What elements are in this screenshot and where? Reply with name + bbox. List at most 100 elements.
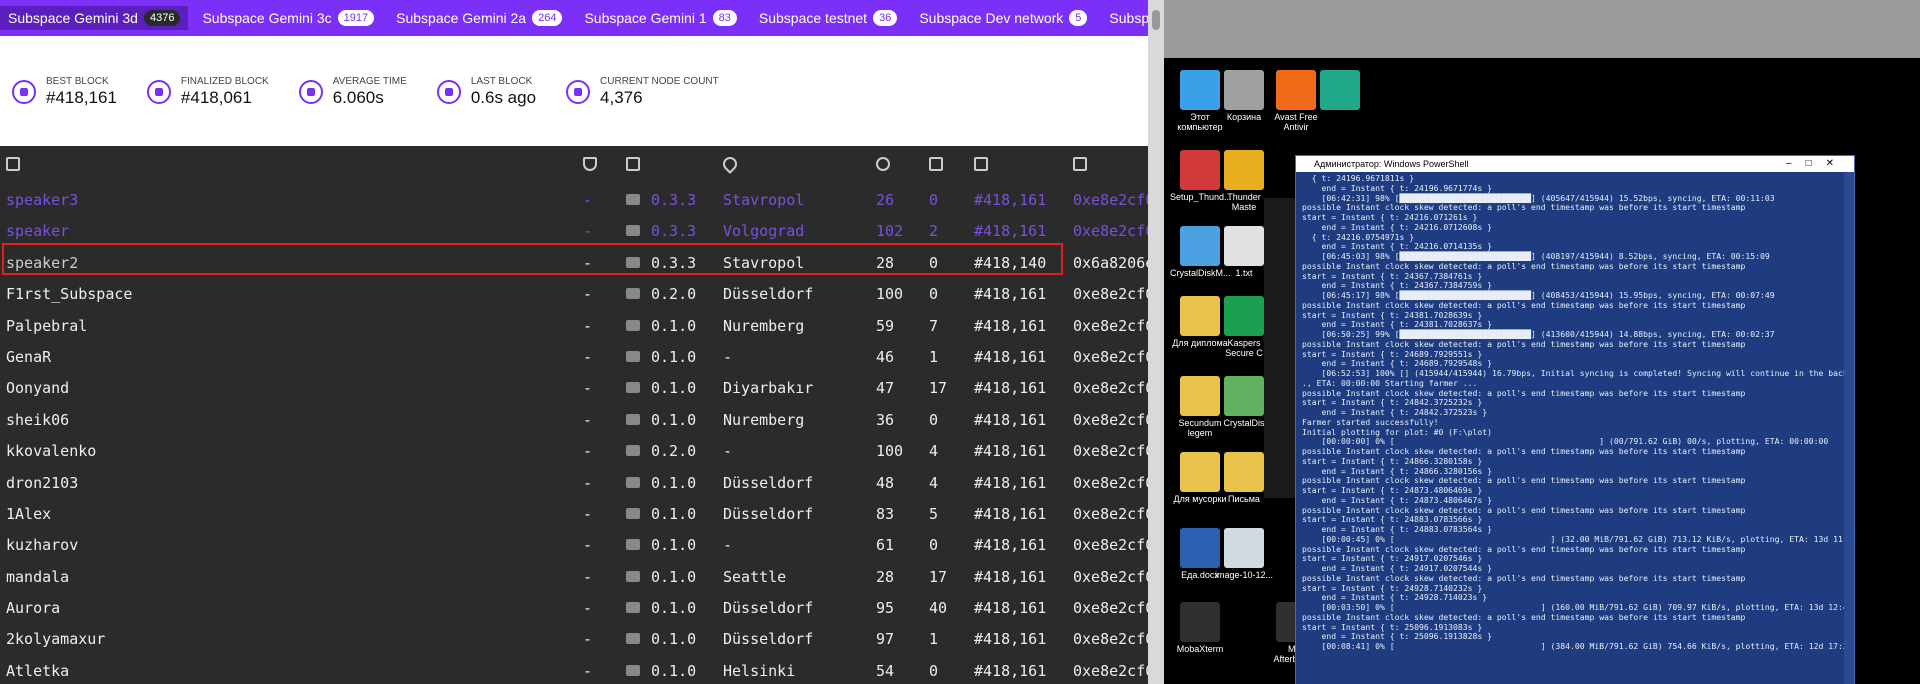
block-number: #418,161	[974, 285, 1047, 304]
block-hash: 0xe8e2cf0	[1073, 661, 1148, 680]
table-row[interactable]: F1rst_Subspace - 0.2.0 Düsseldorf 100 0 #418,1…	[0, 278, 1148, 309]
timer-icon	[436, 80, 461, 104]
stat-4: Current Node Count 4,376	[566, 76, 719, 108]
block-hash: 0xe8e2cf0	[1073, 599, 1148, 618]
tx-count: 40	[929, 599, 948, 618]
block-number: #418,161	[974, 599, 1047, 618]
node-rows: speaker3 - 0.3.3 Stavropol 26 0 #418,161 0xe8e2…	[0, 184, 1148, 684]
node-version: 0.1.0	[651, 599, 697, 618]
shield-icon[interactable]	[583, 157, 597, 171]
table-row[interactable]: 2kolyamaxur - 0.1.0 Düsseldorf 97 1 #418,161 0x…	[0, 623, 1148, 654]
node-location: Volgograd	[723, 222, 805, 241]
table-row[interactable]: Oonyand - 0.1.0 Diyarbakır 47 17 #418,161 0xe8e…	[0, 372, 1148, 403]
block-number: #418,161	[974, 347, 1047, 366]
table-row[interactable]: dron2103 - 0.1.0 Düsseldorf 48 4 #418,161 0xe8e…	[0, 467, 1148, 498]
list-icon[interactable]	[6, 157, 20, 171]
scrollbar[interactable]	[1148, 0, 1164, 684]
table-row[interactable]: speaker2 - 0.3.3 Stavropol 28 0 #418,140 0x6a82…	[0, 247, 1148, 278]
node-version: 0.1.0	[651, 536, 697, 555]
node-name: speaker	[6, 222, 70, 241]
tab-2[interactable]: Subspace Gemini 2a 264	[396, 10, 563, 26]
stat-value: 6.060s	[332, 88, 384, 107]
peer-count: 26	[876, 191, 895, 209]
tab-0[interactable]: Subspace Gemini 3d 4376	[0, 6, 189, 30]
desktop-icon[interactable]: Корзина	[1214, 70, 1274, 122]
tab-6[interactable]: Subsp	[1109, 10, 1148, 26]
desktop-icon[interactable]	[1310, 70, 1370, 112]
peer-count: 47	[876, 379, 895, 398]
desktop-icon-label: MobaXterm	[1176, 644, 1224, 654]
inbox-icon[interactable]	[929, 157, 943, 171]
node-location: Nuremberg	[723, 316, 805, 335]
scrollbar-thumb[interactable]	[1152, 10, 1160, 30]
powershell-window[interactable]: Администратор: Windows PowerShell –□✕ { …	[1295, 155, 1855, 684]
stat-value: #418,061	[180, 88, 252, 107]
table-row[interactable]: kkovalenko - 0.2.0 - 100 4 #418,161 0xe8e2cf0	[0, 435, 1148, 466]
block-hash: 0xe8e2cf0	[1073, 379, 1148, 398]
node-location: Seattle	[723, 567, 787, 586]
table-row[interactable]: speaker3 - 0.3.3 Stavropol 26 0 #418,161 0xe8e2…	[0, 184, 1148, 215]
tx-count: 2	[929, 222, 939, 241]
tab-4[interactable]: Subspace testnet 36	[759, 10, 898, 26]
node-version: 0.1.0	[651, 661, 697, 680]
node-location: Düsseldorf	[723, 599, 814, 618]
table-row[interactable]: kuzharov - 0.1.0 - 61 0 #418,161 0xe8e2cf0	[0, 529, 1148, 560]
os-icon	[626, 664, 640, 676]
window-controls[interactable]: –□✕	[1786, 156, 1848, 172]
node-name: F1rst_Subspace	[6, 285, 133, 304]
desktop-icon[interactable]: MobaXterm	[1170, 602, 1230, 654]
table-row[interactable]: mandala - 0.1.0 Seattle 28 17 #418,161 0xe8e2cf…	[0, 561, 1148, 592]
nodes-icon	[566, 80, 591, 104]
peer-count: 100	[876, 285, 904, 304]
tab-3[interactable]: Subspace Gemini 1 83	[584, 10, 737, 26]
signal-icon[interactable]	[876, 157, 890, 171]
table-row[interactable]: speaker - 0.3.3 Volgograd 102 2 #418,161 0xe8e2…	[0, 215, 1148, 246]
table-row[interactable]: Atletka - 0.1.0 Helsinki 54 0 #418,161 0xe8e2cf…	[0, 655, 1148, 684]
desktop-icon[interactable]: image-10-12...	[1214, 528, 1274, 580]
terminal-icon[interactable]	[626, 157, 640, 171]
powershell-output: { t: 24196.9671811s } end = Instant { t:…	[1296, 172, 1854, 684]
os-icon	[626, 507, 640, 519]
tx-count: 4	[929, 442, 939, 461]
table-row[interactable]: GenaR - 0.1.0 - 46 1 #418,161 0xe8e2cf0	[0, 341, 1148, 372]
stat-value: 0.6s ago	[470, 88, 537, 107]
os-icon	[626, 225, 640, 237]
validator-flag: -	[583, 285, 593, 304]
block-hash: 0xe8e2cf0	[1073, 504, 1148, 523]
powershell-scrollbar[interactable]	[1844, 172, 1854, 684]
peer-count: 61	[876, 536, 895, 555]
node-location: Helsinki	[723, 661, 796, 680]
node-version: 0.1.0	[651, 347, 697, 366]
cube-check-icon	[146, 80, 171, 104]
table-row[interactable]: Aurora - 0.1.0 Düsseldorf 95 40 #418,161 0xe8e2…	[0, 592, 1148, 623]
tab-5[interactable]: Subspace Dev network 5	[919, 10, 1088, 26]
block-hash: 0xe8e2cf0	[1073, 567, 1148, 586]
os-icon	[626, 633, 640, 645]
node-list-header	[0, 146, 1148, 184]
table-row[interactable]: Palpebral - 0.1.0 Nuremberg 59 7 #418,161 0xe8e…	[0, 310, 1148, 341]
block-hash: 0xe8e2cf0	[1073, 410, 1148, 429]
tx-count: 5	[929, 504, 939, 523]
document-icon[interactable]	[1073, 157, 1087, 171]
tx-count: 0	[929, 410, 939, 429]
peer-count: 54	[876, 661, 895, 680]
powershell-titlebar[interactable]: Администратор: Windows PowerShell –□✕	[1296, 156, 1854, 172]
stat-label: Current Node Count	[600, 76, 719, 87]
node-version: 0.2.0	[651, 442, 697, 461]
validator-flag: -	[583, 191, 593, 209]
location-pin-icon[interactable]	[720, 154, 740, 174]
block-number: #418,161	[974, 473, 1047, 492]
app-icon	[1224, 528, 1264, 568]
stat-0: Best Block #418,161	[12, 76, 117, 108]
tx-count: 0	[929, 285, 939, 304]
node-name: dron2103	[6, 473, 79, 492]
table-row[interactable]: sheik06 - 0.1.0 Nuremberg 36 0 #418,161 0xe8e2c…	[0, 404, 1148, 435]
tab-1[interactable]: Subspace Gemini 3c 1917	[202, 10, 375, 26]
validator-flag: -	[583, 410, 593, 429]
stat-2: Average Time 6.060s	[298, 76, 407, 108]
node-location: -	[723, 442, 733, 461]
app-icon	[1224, 376, 1264, 416]
cube-icon[interactable]	[974, 157, 988, 171]
table-row[interactable]: 1Alex - 0.1.0 Düsseldorf 83 5 #418,161 0xe8e2cf…	[0, 498, 1148, 529]
validator-flag: -	[583, 630, 593, 649]
